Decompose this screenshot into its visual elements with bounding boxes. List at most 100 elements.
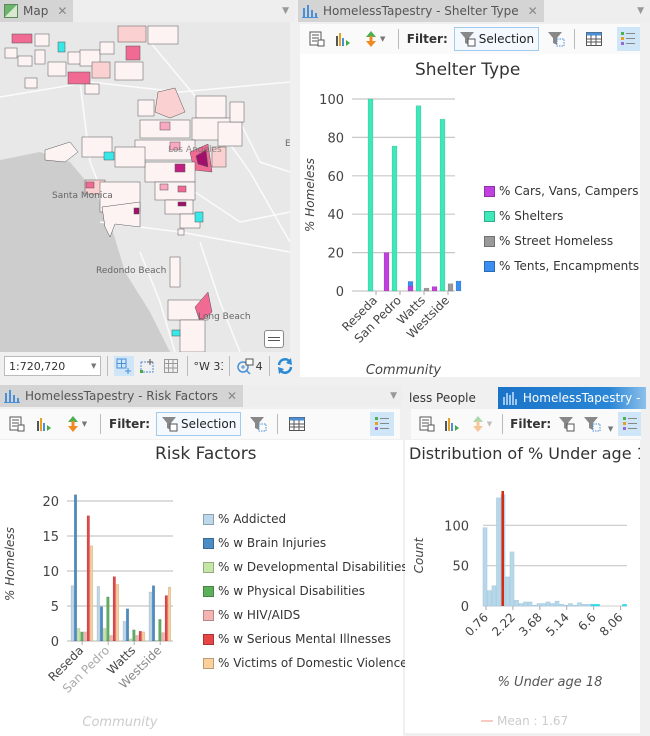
legend-swatch xyxy=(203,537,214,549)
legend-item[interactable]: % Shelters xyxy=(484,209,639,223)
sort-dropdown-button[interactable]: ▼ xyxy=(469,413,496,435)
histogram-bin xyxy=(491,585,497,607)
shelter-chart-pane: HomelessTapestry - Shelter Type ✕ ▼ ▼ Fi… xyxy=(298,0,650,380)
tab-menu-icon[interactable]: ▼ xyxy=(282,6,289,16)
map-legend-button[interactable] xyxy=(264,330,284,348)
overflow-chevron-icon[interactable]: ▼ xyxy=(608,425,613,433)
bar xyxy=(115,584,120,642)
legend-item[interactable]: % w Brain Injuries xyxy=(203,536,408,550)
snapping-button[interactable] xyxy=(114,356,134,376)
legend-swatch xyxy=(203,513,214,525)
mean-legend-label: Mean : 1.67 xyxy=(497,714,568,728)
sort-arrows-icon xyxy=(366,31,377,47)
close-icon[interactable]: ✕ xyxy=(57,4,67,18)
filter-selection-button[interactable] xyxy=(556,413,577,435)
legend-toggle-button[interactable] xyxy=(370,412,394,436)
legend-swatch xyxy=(484,210,495,222)
legend-item[interactable]: % w HIV/AIDS xyxy=(203,608,408,622)
tab-shelter-type[interactable]: HomelessTapestry - Shelter Type ✕ xyxy=(298,0,544,22)
legend-item[interactable]: % Cars, Vans, Campers xyxy=(484,184,639,198)
table-grid-button[interactable] xyxy=(161,356,180,376)
bar xyxy=(86,515,90,642)
scale-dropdown[interactable]: 1:720,720 ▼ xyxy=(4,356,102,376)
tab-risk-factors[interactable]: HomelessTapestry - Risk Factors ✕ xyxy=(0,385,244,407)
bar-chart-icon xyxy=(302,5,318,18)
legend-toggle-button[interactable] xyxy=(616,27,641,51)
filter-label: Filter: xyxy=(406,32,448,46)
chevron-down-icon: ▼ xyxy=(486,420,493,428)
bar xyxy=(431,286,438,292)
map-canvas[interactable]: Santa Monica Los Angeles Redondo Beach L… xyxy=(0,22,290,352)
filter-selection-button[interactable]: Selection xyxy=(156,412,242,436)
bar xyxy=(135,635,139,642)
y-tick-label: 5 xyxy=(51,600,59,615)
distribution-chart-toolbar: ▼ Filter: ▼ xyxy=(411,409,641,439)
risk-tabstrip: HomelessTapestry - Risk Factors ✕ ▼ xyxy=(0,385,403,407)
export-chart-button[interactable] xyxy=(333,28,354,50)
legend-label: % w Developmental Disabilities xyxy=(218,560,408,574)
sort-arrows-icon xyxy=(67,416,78,432)
filter-selection-icon xyxy=(459,32,476,47)
legend-item[interactable]: % w Physical Disabilities xyxy=(203,584,408,598)
selected-features-button[interactable]: 4 xyxy=(236,357,263,375)
y-axis-label: % Homeless xyxy=(303,158,317,232)
refresh-button[interactable] xyxy=(276,356,295,376)
coordinate-readout: °W 33 xyxy=(193,359,223,373)
map-view[interactable]: Santa Monica Los Angeles Redondo Beach L… xyxy=(0,22,290,352)
grid-guides-button[interactable] xyxy=(138,356,157,376)
shelter-chart-area: Shelter Type 0 20 40 60 80 100 Reseda San Pedro… xyxy=(300,54,640,377)
filter-extent-button[interactable] xyxy=(247,413,269,435)
legend-item[interactable]: % w Developmental Disabilities xyxy=(203,560,408,574)
chart-properties-button[interactable] xyxy=(6,413,28,435)
legend-label: % w Serious Mental Illnesses xyxy=(218,632,392,646)
chart-properties-button[interactable] xyxy=(417,413,438,435)
filter-extent-button[interactable] xyxy=(545,28,566,50)
histogram-bin xyxy=(559,604,564,607)
legend-item[interactable]: % Tents, Encampments xyxy=(484,259,639,273)
bar xyxy=(99,606,104,642)
chart-export-icon xyxy=(37,418,51,431)
bar xyxy=(109,635,113,642)
distribution-chart-pane: less People HomelessTapestry - ▼ ▼ Filte… xyxy=(405,385,650,736)
map-tabstrip: Map ✕ ▼ xyxy=(0,0,295,22)
sort-dropdown-button[interactable]: ▼ xyxy=(62,413,92,435)
tab-distribution[interactable]: HomelessTapestry - xyxy=(497,387,647,409)
tab-map-label: Map xyxy=(23,4,49,18)
legend-label: % Street Homeless xyxy=(499,234,614,248)
legend-label: % w Brain Injuries xyxy=(218,536,327,550)
y-tick-label: 10 xyxy=(42,565,59,580)
legend-item[interactable]: % Victims of Domestic Violence xyxy=(203,656,408,670)
filter-extent-icon xyxy=(584,417,601,432)
y-tick-label: 100 xyxy=(319,93,344,108)
bar xyxy=(455,280,462,292)
table-icon xyxy=(289,417,306,431)
histogram-bin xyxy=(581,604,587,607)
tab-shelter-type-label: HomelessTapestry - Shelter Type xyxy=(323,4,519,18)
bar xyxy=(439,118,446,292)
bar xyxy=(89,545,94,642)
bar-chart-icon xyxy=(4,390,20,403)
table-view-button[interactable] xyxy=(583,28,604,50)
legend-item[interactable]: % Addicted xyxy=(203,512,408,526)
table-view-button[interactable] xyxy=(286,413,308,435)
grid-icon xyxy=(163,359,178,373)
sort-dropdown-button[interactable]: ▼ xyxy=(361,28,390,50)
tab-homeless-people[interactable]: less People xyxy=(405,387,482,409)
filter-selection-button[interactable]: Selection xyxy=(453,27,540,51)
tab-menu-icon[interactable]: ▼ xyxy=(637,6,644,16)
filter-extent-button[interactable] xyxy=(582,413,603,435)
bar xyxy=(70,585,74,642)
bar xyxy=(96,586,100,642)
export-chart-button[interactable] xyxy=(34,413,56,435)
legend-item[interactable]: % Street Homeless xyxy=(484,234,639,248)
tab-menu-icon[interactable]: ▼ xyxy=(390,391,397,401)
chart-properties-button[interactable] xyxy=(306,28,327,50)
export-chart-button[interactable] xyxy=(443,413,464,435)
legend-toggle-button[interactable] xyxy=(618,412,641,436)
bar xyxy=(447,283,454,292)
histogram-bin xyxy=(545,601,551,607)
legend-item[interactable]: % w Serious Mental Illnesses xyxy=(203,632,408,646)
tab-map[interactable]: Map ✕ xyxy=(0,0,74,22)
close-icon[interactable]: ✕ xyxy=(227,389,237,403)
close-icon[interactable]: ✕ xyxy=(528,4,538,18)
